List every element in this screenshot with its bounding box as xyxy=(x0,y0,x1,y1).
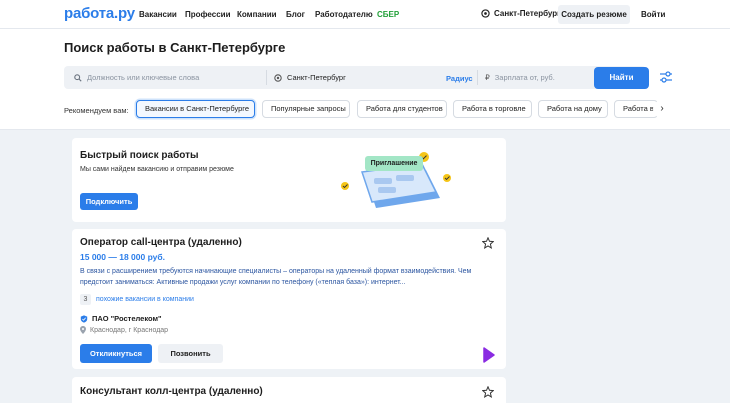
similar-count: 3 xyxy=(80,294,91,305)
similar-vacancies-link[interactable]: 3 похожие вакансии в компании xyxy=(80,294,194,305)
divider xyxy=(477,70,478,85)
search-bar: Должность или ключевые слова Санкт-Петер… xyxy=(64,66,646,89)
quick-search-subtitle: Мы сами найдем вакансию и отправим резюм… xyxy=(80,166,234,173)
map-pin-icon xyxy=(80,326,86,334)
nav-companies[interactable]: Компании xyxy=(237,10,277,19)
top-navigation: работа.ру Вакансии Профессии Компании Бл… xyxy=(0,0,730,29)
favorite-star-icon[interactable] xyxy=(482,237,494,249)
login-link[interactable]: Войти xyxy=(641,10,665,19)
city-input[interactable]: Санкт-Петербург xyxy=(274,66,346,89)
page-title: Поиск работы в Санкт-Петербурге xyxy=(64,40,286,55)
search-icon xyxy=(74,73,82,82)
city-label: Санкт-Петербург xyxy=(494,9,561,18)
ruble-icon: ₽ xyxy=(485,73,490,82)
nav-professions[interactable]: Профессии xyxy=(185,10,231,19)
chip-home[interactable]: Работа на дому xyxy=(538,100,608,118)
job-salary: 15 000 — 18 000 руб. xyxy=(80,252,165,262)
address-label: Краснодар, г Краснодар xyxy=(90,326,169,334)
job-description[interactable]: В связи с расширением требуются начинающ… xyxy=(80,267,490,288)
favorite-star-icon[interactable] xyxy=(482,386,494,398)
salary-placeholder: Зарплата от, руб. xyxy=(494,73,555,82)
query-input[interactable]: Должность или ключевые слова xyxy=(74,66,199,89)
respond-button[interactable]: Откликнуться xyxy=(80,344,152,363)
verified-icon xyxy=(80,314,88,323)
chip-trade[interactable]: Работа в торговле xyxy=(453,100,532,118)
radius-button[interactable]: Радиус xyxy=(446,74,473,83)
salary-input[interactable]: ₽ Зарплата от, руб. xyxy=(485,66,555,89)
job-card[interactable]: Оператор call-центра (удаленно) 15 000 —… xyxy=(72,229,506,369)
chevron-right-icon[interactable]: › xyxy=(653,100,671,118)
nav-blog[interactable]: Блог xyxy=(286,10,305,19)
search-section: Поиск работы в Санкт-Петербурге Должност… xyxy=(0,29,730,130)
job-title[interactable]: Консультант колл-центра (удаленно) xyxy=(80,386,263,397)
location-icon xyxy=(481,9,490,18)
connect-button[interactable]: Подключить xyxy=(80,193,138,210)
city-selector[interactable]: Санкт-Петербург xyxy=(481,9,561,18)
recommend-label: Рекомендуем вам: xyxy=(64,106,129,115)
chip-more[interactable]: Работа в xyxy=(614,100,658,118)
filters-icon[interactable] xyxy=(659,71,673,84)
divider xyxy=(266,70,267,85)
quick-search-card: Быстрый поиск работы Мы сами найдем вака… xyxy=(72,138,506,222)
create-resume-button[interactable]: Создать резюме xyxy=(558,5,630,24)
find-button[interactable]: Найти xyxy=(594,67,649,89)
chat-widget-icon[interactable] xyxy=(483,347,495,363)
quick-search-title: Быстрый поиск работы xyxy=(80,150,199,161)
invitation-badge: Приглашение xyxy=(365,156,423,171)
similar-text: похожие вакансии в компании xyxy=(96,296,194,303)
job-title[interactable]: Оператор call-центра (удаленно) xyxy=(80,237,242,248)
query-placeholder: Должность или ключевые слова xyxy=(87,73,200,82)
chip-students[interactable]: Работа для студентов xyxy=(357,100,447,118)
company-name[interactable]: ПАО "Ростелеком" xyxy=(80,314,162,323)
nav-employers[interactable]: Работодателю xyxy=(315,10,373,19)
nav-vacancies[interactable]: Вакансии xyxy=(139,10,177,19)
job-address: Краснодар, г Краснодар xyxy=(80,326,168,334)
logo[interactable]: работа.ру xyxy=(64,5,135,22)
chip-vacancies-spb[interactable]: Вакансии в Санкт-Петербурге xyxy=(136,100,255,118)
job-card[interactable]: Консультант колл-центра (удаленно) xyxy=(72,377,506,403)
call-button[interactable]: Позвонить xyxy=(158,344,223,363)
company-label: ПАО "Ростелеком" xyxy=(92,314,162,323)
location-icon xyxy=(274,73,282,82)
chip-popular[interactable]: Популярные запросы xyxy=(262,100,350,118)
nav-sber[interactable]: СБЕР xyxy=(377,10,399,19)
city-value: Санкт-Петербург xyxy=(287,73,346,82)
